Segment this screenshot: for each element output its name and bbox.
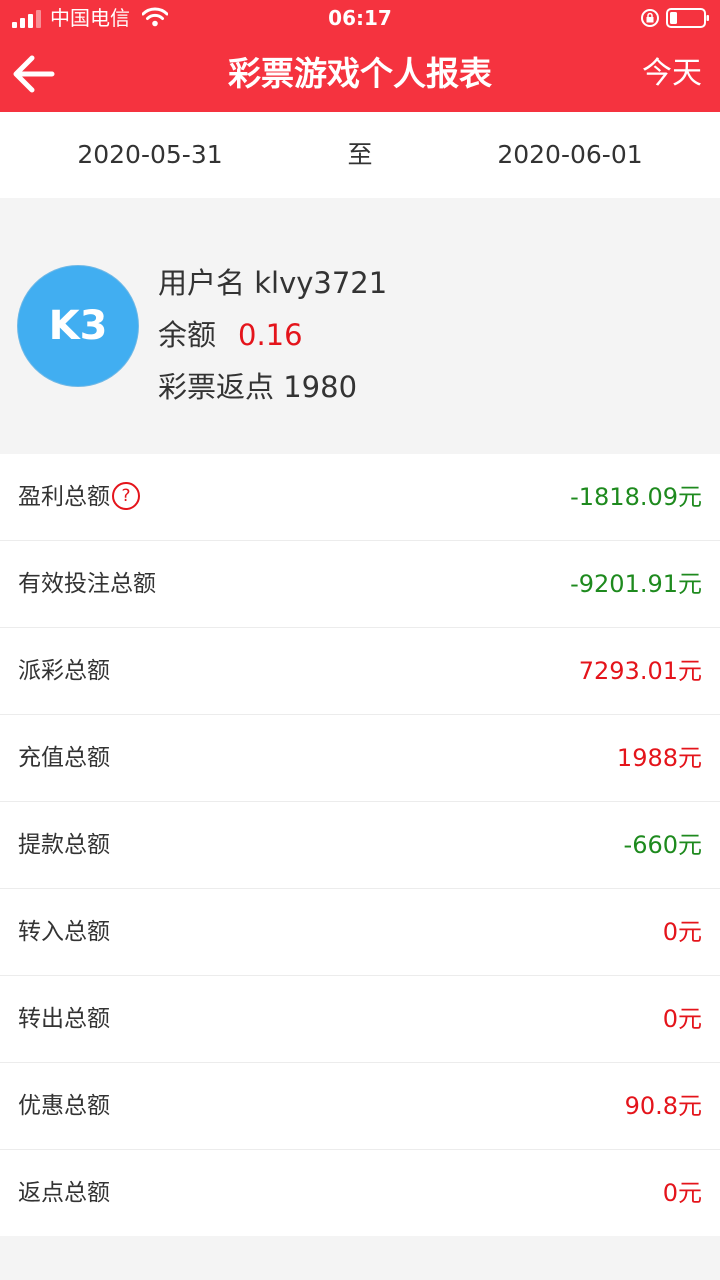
stat-row-transfer-out: 转出总额 0元 (0, 976, 720, 1063)
stat-value: -660元 (623, 831, 702, 859)
stat-label: 提款总额 (18, 832, 110, 858)
start-date-picker[interactable]: 2020-05-31 (50, 112, 250, 198)
help-icon[interactable]: ? (112, 481, 140, 510)
stat-row-promotion: 优惠总额 90.8元 (0, 1063, 720, 1150)
stat-label: 充值总额 (18, 745, 110, 771)
stat-value: 0元 (662, 918, 702, 946)
stat-row-profit: 盈利总额? -1818.09元 (0, 454, 720, 541)
stat-row-deposit: 充值总额 1988元 (0, 715, 720, 802)
username-label: 用户名 (158, 266, 246, 300)
rebate-line: 彩票返点 1980 (158, 367, 357, 407)
stat-value: -1818.09元 (570, 483, 702, 511)
stat-value: 90.8元 (624, 1092, 702, 1120)
stat-label: 派彩总额 (18, 658, 110, 684)
date-range-separator: 至 (347, 140, 373, 169)
username-line: 用户名 klvy3721 (158, 263, 387, 303)
end-date-picker[interactable]: 2020-06-01 (470, 112, 670, 198)
balance-label: 余额 (158, 318, 217, 352)
stat-value: 0元 (662, 1005, 702, 1033)
stats-list: 盈利总额? -1818.09元 有效投注总额 -9201.91元 派彩总额 72… (0, 454, 720, 1236)
balance-value: 0.16 (238, 318, 303, 352)
rebate-value: 1980 (283, 370, 358, 404)
stat-row-rebate: 返点总额 0元 (0, 1150, 720, 1236)
username-value: klvy3721 (254, 266, 388, 300)
avatar: K3 (18, 266, 138, 386)
stat-row-transfer-in: 转入总额 0元 (0, 889, 720, 976)
orientation-lock-icon (641, 9, 659, 27)
stat-row-valid-bets: 有效投注总额 -9201.91元 (0, 541, 720, 628)
stat-label: 有效投注总额 (18, 571, 156, 597)
stat-label: 优惠总额 (18, 1093, 110, 1119)
stat-row-withdrawal: 提款总额 -660元 (0, 802, 720, 889)
battery-icon (666, 8, 709, 28)
stat-value: 0元 (662, 1179, 702, 1207)
stat-label: 转出总额 (18, 1006, 110, 1032)
user-profile-card: K3 用户名 klvy3721 余额 0.16 彩票返点 1980 (0, 198, 720, 454)
page-title: 彩票游戏个人报表 (228, 54, 492, 93)
today-button[interactable]: 今天 (642, 50, 702, 98)
stat-label: 盈利总额 (18, 484, 110, 510)
status-time: 06:17 (328, 6, 392, 30)
stat-value: 1988元 (616, 744, 702, 772)
date-range-bar: 2020-05-31 至 2020-06-01 (0, 112, 720, 198)
rebate-label: 彩票返点 (158, 370, 275, 404)
back-arrow-icon[interactable] (8, 50, 60, 98)
stat-value: -9201.91元 (570, 570, 702, 598)
stat-label: 返点总额 (18, 1180, 110, 1206)
app-header: 中国电信 06:17 彩票游戏个人报表 今天 (0, 0, 720, 112)
status-bar: 中国电信 06:17 (0, 0, 720, 36)
stat-label: 转入总额 (18, 919, 110, 945)
stat-value: 7293.01元 (578, 657, 702, 685)
stat-row-payout: 派彩总额 7293.01元 (0, 628, 720, 715)
balance-line: 余额 0.16 (158, 315, 303, 355)
